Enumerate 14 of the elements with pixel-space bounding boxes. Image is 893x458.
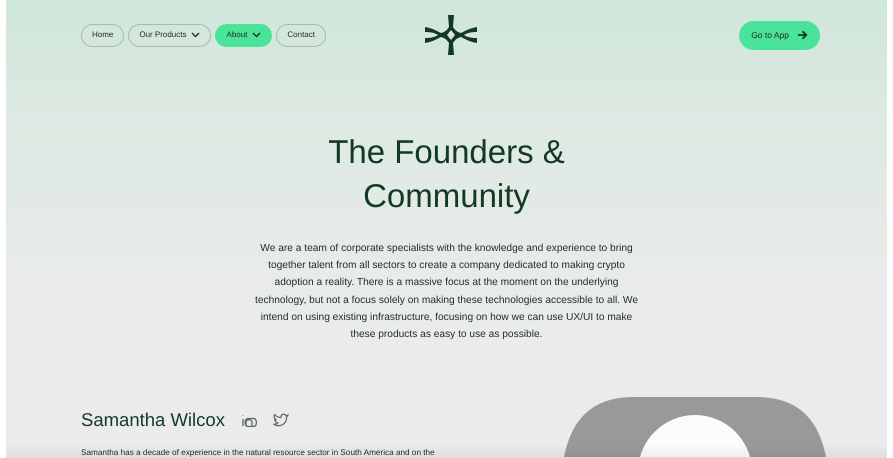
arrow-right-icon xyxy=(797,30,808,40)
intro-paragraph: We are a team of corporate specialists with the knowledge and experience to bring together talent from all sectors to create a company dedicated to making crypto adoption a reality. There is a massive focus at the moment on the underlying technology, but not a focus solely on making these technologies accessible to all. We intend on using existing infrastructure, focusing on how we can use UX/UI to make these products as easy to use as possible. xyxy=(254,242,639,342)
page-title: Community xyxy=(362,176,531,216)
linkedin-icon[interactable] xyxy=(240,413,257,428)
nav-link[interactable]: About xyxy=(215,24,272,46)
nav-link[interactable]: Our Products xyxy=(128,24,212,46)
twitter-icon[interactable] xyxy=(272,413,289,428)
founder-name: Samantha Wilcox xyxy=(81,409,225,432)
founder-bio: Samantha has a decade of experience in the natural resource sector in South America and on the xyxy=(81,447,435,458)
nav-link[interactable]: Home xyxy=(81,24,124,46)
nav-link[interactable]: Contact xyxy=(276,24,326,46)
logo-icon[interactable] xyxy=(424,15,478,55)
page-title: The Founders & xyxy=(327,132,566,172)
go-to-app-button[interactable]: Go to App xyxy=(739,20,820,50)
